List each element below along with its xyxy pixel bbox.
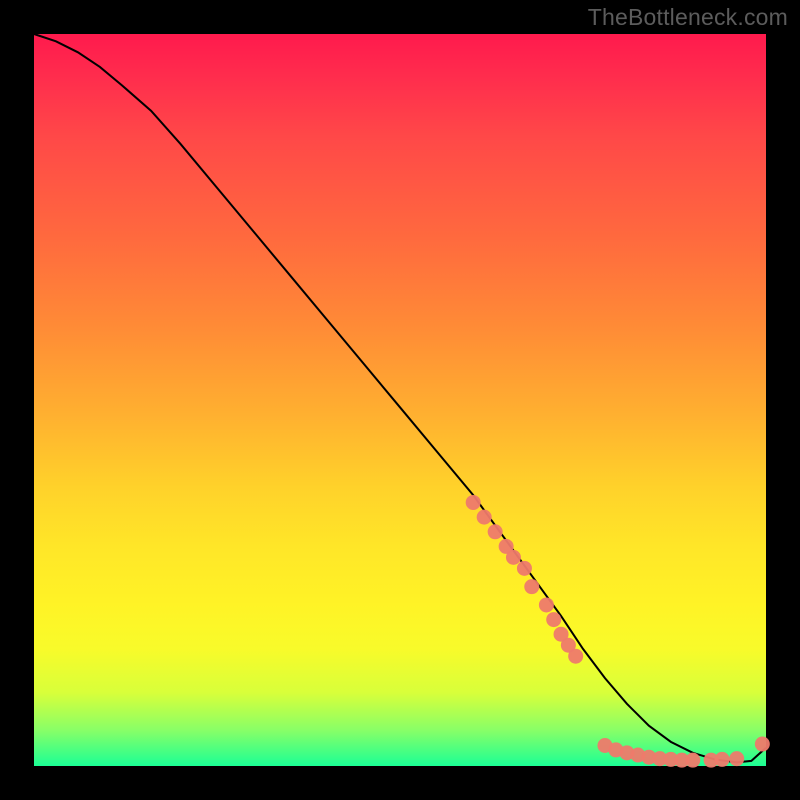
curve-marker bbox=[524, 579, 539, 594]
curve-marker bbox=[546, 612, 561, 627]
curve-marker bbox=[466, 495, 481, 510]
curve-marker bbox=[715, 752, 730, 767]
curve-markers-group bbox=[466, 495, 770, 768]
watermark-text: TheBottleneck.com bbox=[588, 4, 788, 31]
chart-frame: TheBottleneck.com bbox=[0, 0, 800, 800]
curve-marker bbox=[755, 737, 770, 752]
curve-marker bbox=[506, 550, 521, 565]
curve-marker bbox=[539, 597, 554, 612]
curve-marker bbox=[517, 561, 532, 576]
curve-marker bbox=[685, 753, 700, 768]
curve-marker bbox=[488, 524, 503, 539]
curve-marker bbox=[568, 649, 583, 664]
curve-marker bbox=[729, 751, 744, 766]
bottleneck-curve bbox=[34, 34, 766, 762]
curve-marker bbox=[477, 510, 492, 525]
plot-overlay-svg bbox=[34, 34, 766, 766]
plot-area bbox=[34, 34, 766, 766]
